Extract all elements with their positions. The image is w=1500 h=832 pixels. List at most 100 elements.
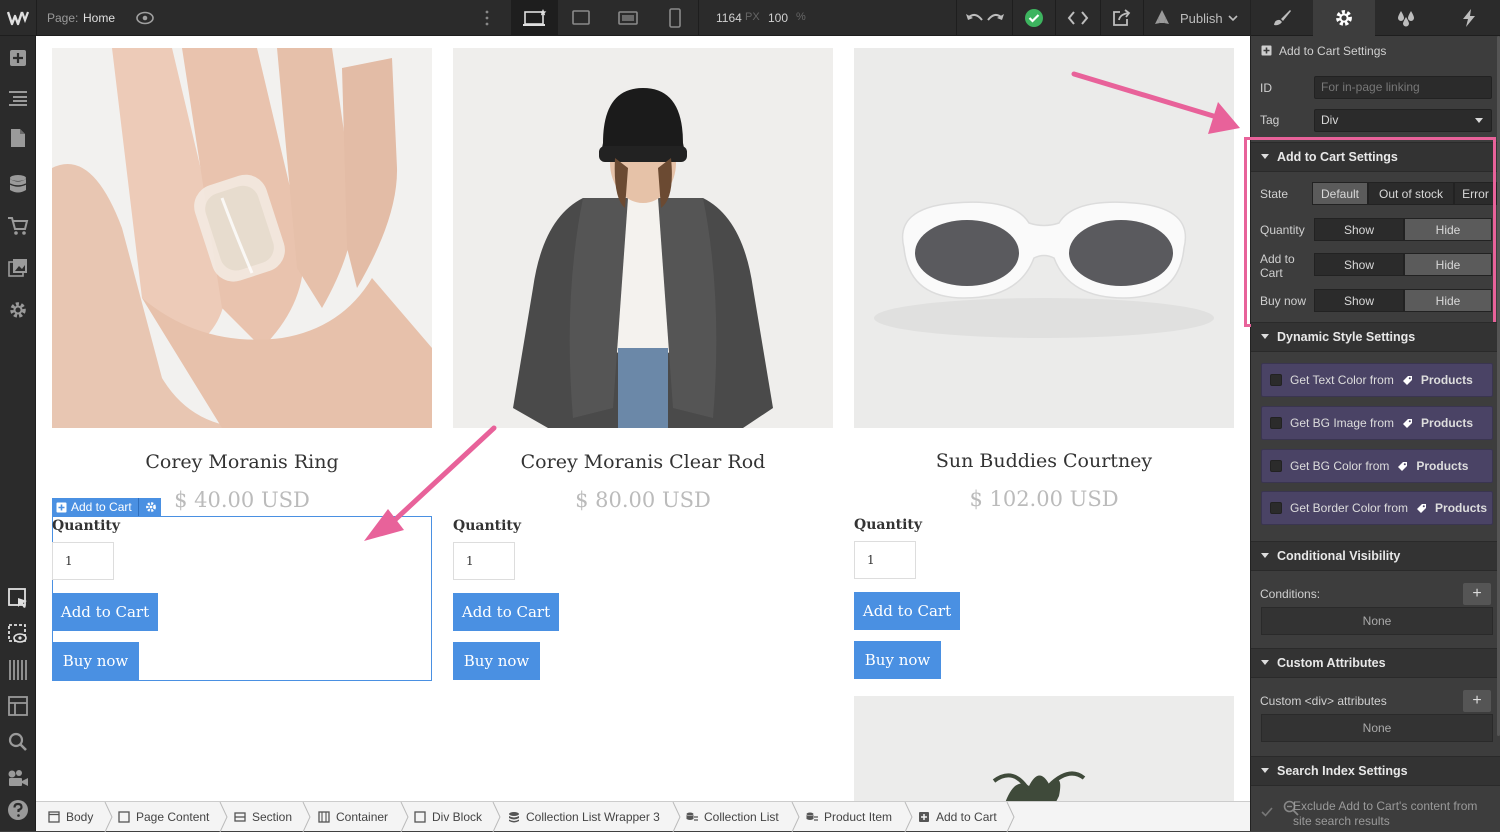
breadcrumb-item-container[interactable]: Container — [318, 802, 388, 832]
tag-label: Tag — [1260, 113, 1280, 127]
checkbox[interactable] — [1270, 460, 1282, 472]
zoom-unit: % — [796, 11, 806, 23]
breadcrumb-separator — [302, 802, 311, 832]
custom-attributes-header[interactable]: Custom Attributes — [1251, 648, 1500, 678]
body-element-icon — [48, 811, 60, 823]
mobile-icon[interactable] — [652, 0, 698, 36]
dynamic-source: Products — [1420, 373, 1473, 387]
breadcrumb-item-page-content[interactable]: Page Content — [118, 802, 209, 832]
breadcrumb-separator — [219, 802, 228, 832]
dynamic-source: Products — [1421, 416, 1474, 430]
cms-database-icon[interactable] — [0, 166, 36, 202]
section-element-icon — [234, 812, 246, 822]
breadcrumb-item-collection-list[interactable]: Collection List — [686, 802, 779, 832]
grid-overlay-icon[interactable] — [0, 652, 36, 688]
pages-icon[interactable] — [0, 120, 36, 156]
paintbrush-icon — [1274, 9, 1291, 25]
publish-button[interactable]: Publish — [1180, 11, 1223, 26]
tab-style[interactable] — [1251, 0, 1313, 36]
left-toolbar — [0, 36, 36, 831]
dynamic-style-settings-header[interactable]: Dynamic Style Settings — [1251, 322, 1500, 352]
navigator-icon[interactable] — [0, 80, 36, 116]
div-element-icon — [414, 811, 426, 823]
tab-style-manager[interactable] — [1375, 0, 1437, 36]
publish-status-check-icon[interactable] — [1013, 0, 1055, 36]
add-condition-button[interactable]: + — [1463, 583, 1491, 605]
dynamic-bg-image-row[interactable]: Get BG Image from Products — [1261, 406, 1493, 440]
dynamic-row-label: Get Text Color from — [1290, 373, 1394, 387]
attributes-none: None — [1261, 714, 1493, 742]
help-question-icon[interactable] — [0, 792, 36, 828]
video-tutorials-icon[interactable] — [0, 760, 36, 796]
breadcrumb-separator — [1006, 802, 1015, 832]
breadcrumb-item-add-to-cart[interactable]: Add to Cart — [918, 802, 997, 832]
redo-icon[interactable] — [985, 0, 1007, 36]
breadcrumb-separator — [904, 802, 913, 832]
preview-eye-icon[interactable] — [130, 0, 160, 36]
desktop-breakpoint-icon[interactable] — [512, 0, 558, 36]
collapse-triangle-icon — [1261, 334, 1269, 339]
assets-images-icon[interactable] — [0, 250, 36, 286]
chevron-down-icon[interactable] — [1226, 0, 1240, 36]
custom-attributes-label: Custom <div> attributes — [1260, 694, 1387, 708]
checkbox[interactable] — [1270, 417, 1282, 429]
select-element-icon[interactable] — [0, 580, 36, 616]
ecommerce-cart-icon[interactable] — [0, 208, 36, 244]
add-attribute-button[interactable]: + — [1463, 690, 1491, 712]
breadcrumb-item-div-block[interactable]: Div Block — [414, 802, 482, 832]
tab-element-settings[interactable] — [1313, 0, 1375, 36]
breadcrumb-separator — [400, 802, 409, 832]
checkbox[interactable] — [1270, 502, 1282, 514]
annotation-highlight-box — [1244, 137, 1496, 327]
tablet-landscape-icon[interactable] — [558, 0, 604, 36]
section-title: Conditional Visibility — [1277, 549, 1401, 563]
dynamic-bg-color-row[interactable]: Get BG Color from Products — [1261, 449, 1493, 483]
undo-icon[interactable] — [963, 0, 987, 36]
dynamic-text-color-row[interactable]: Get Text Color from Products — [1261, 363, 1493, 397]
breadcrumb-bar: Body Page Content Section Container Div … — [36, 801, 1250, 832]
breadcrumb-label: Product Item — [824, 810, 893, 824]
publish-rocket-icon[interactable] — [1150, 0, 1174, 36]
page-name[interactable]: Home — [83, 11, 115, 25]
settings-gear-icon[interactable] — [0, 292, 36, 328]
dynamic-border-color-row[interactable]: Get Border Color from Products — [1261, 491, 1493, 525]
gear-icon — [1336, 10, 1352, 26]
tag-select[interactable]: Div — [1314, 109, 1492, 132]
tablet-icon[interactable] — [604, 0, 652, 36]
checkbox[interactable] — [1270, 374, 1282, 386]
collection-list-icon — [686, 812, 698, 821]
preview-selection-icon[interactable] — [0, 616, 36, 652]
breadcrumb-label: Page Content — [136, 810, 210, 824]
code-export-icon[interactable] — [1056, 0, 1100, 36]
droplets-icon — [1398, 10, 1414, 26]
search-index-settings-header[interactable]: Search Index Settings — [1251, 756, 1500, 786]
chevron-down-icon — [1475, 118, 1483, 123]
add-to-cart-element-icon — [919, 812, 929, 822]
section-title: Search Index Settings — [1277, 764, 1408, 778]
more-options-icon[interactable] — [475, 0, 499, 36]
search-icon[interactable] — [0, 724, 36, 760]
designer-canvas[interactable]: Corey Moranis Ring $ 40.00 USD Add to Ca… — [36, 36, 1250, 801]
breadcrumb-item-body[interactable]: Body — [48, 802, 93, 832]
breadcrumb-item-product-item[interactable]: Product Item — [806, 802, 892, 832]
share-icon[interactable] — [1101, 0, 1143, 36]
dynamic-source: Products — [1435, 501, 1488, 515]
id-input[interactable]: For in-page linking — [1314, 76, 1492, 99]
checkmark-icon[interactable] — [1261, 806, 1273, 818]
breadcrumb-item-section[interactable]: Section — [234, 802, 292, 832]
dynamic-row-label: Get BG Image from — [1290, 416, 1395, 430]
breadcrumb-label: Container — [336, 810, 389, 824]
breadcrumb-label: Body — [66, 810, 94, 824]
breadcrumb-item-collection-list-wrapper[interactable]: Collection List Wrapper 3 — [508, 802, 660, 832]
add-element-icon[interactable] — [0, 40, 36, 76]
top-toolbar: Page: Home 1164 PX 100 % Publish — [0, 0, 1250, 36]
collapse-triangle-icon — [1261, 553, 1269, 558]
conditional-visibility-header[interactable]: Conditional Visibility — [1251, 541, 1500, 571]
breadcrumb-separator — [492, 802, 501, 832]
annotation-arrow-panel — [1071, 71, 1240, 134]
canvas-width-value[interactable]: 1164 — [716, 11, 742, 25]
layout-template-icon[interactable] — [0, 688, 36, 724]
tab-interactions[interactable] — [1437, 0, 1500, 36]
webflow-logo-icon[interactable] — [0, 0, 36, 36]
zoom-value[interactable]: 100 — [768, 11, 788, 25]
